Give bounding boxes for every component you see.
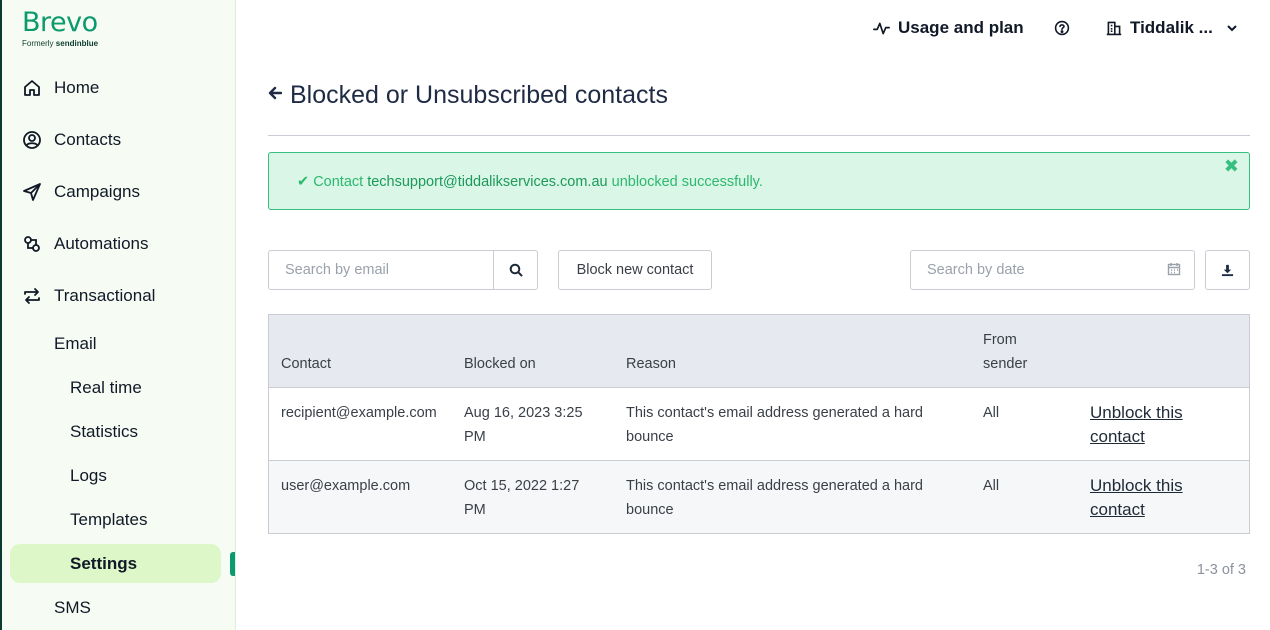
account-menu[interactable]: Tiddalik ... (1106, 16, 1239, 40)
active-indicator (230, 552, 235, 576)
sidebar-item-automations[interactable]: Automations (22, 232, 149, 256)
sidebar-item-label: Home (54, 78, 100, 97)
search-date-input[interactable] (910, 250, 1195, 290)
help-button[interactable] (1054, 16, 1078, 40)
cell-blocked-on: Aug 16, 2023 3:25 PM (464, 405, 583, 445)
sidebar-item-statistics[interactable]: Statistics (70, 420, 138, 444)
alert-email: techsupport@tiddalikservices.com.au (367, 174, 608, 190)
alert-prefix: Contact (313, 174, 364, 190)
sidebar-item-templates[interactable]: Templates (70, 508, 147, 532)
page-title: Blocked or Unsubscribed contacts (268, 78, 668, 112)
unblock-contact-link[interactable]: Unblock this contact (1090, 474, 1210, 522)
column-header-sender: sender (983, 356, 1028, 372)
sidebar-item-settings[interactable]: Settings (70, 552, 137, 576)
unblock-contact-link[interactable]: Unblock this contact (1090, 401, 1210, 449)
sidebar-item-label: Automations (54, 234, 149, 253)
sidebar-item-logs[interactable]: Logs (70, 464, 107, 488)
alert-suffix: unblocked successfully. (611, 174, 763, 190)
download-icon (1221, 264, 1234, 276)
success-alert: ✔ Contact techsupport@tiddalikservices.c… (268, 152, 1250, 210)
column-header-reason: Reason (626, 356, 676, 372)
title-divider (268, 135, 1250, 136)
table-header: Contact Blocked on Reason From sender (269, 315, 1249, 388)
alert-message: ✔ Contact techsupport@tiddalikservices.c… (297, 174, 763, 190)
sidebar: Brevo Formerly sendinblue Home Contacts … (0, 0, 236, 630)
automation-icon (24, 236, 40, 252)
activity-icon (873, 22, 890, 34)
sidebar-item-real-time[interactable]: Real time (70, 376, 142, 400)
cell-from: All (983, 478, 1000, 494)
pagination-info: 1-3 of 3 (1196, 562, 1246, 578)
sidebar-item-email[interactable]: Email (54, 332, 97, 356)
column-header-blocked-on: Blocked on (464, 356, 536, 372)
chevron-down-icon (1227, 25, 1237, 32)
app: Brevo Formerly sendinblue Home Contacts … (0, 0, 1270, 630)
block-new-contact-button[interactable]: Block new contact (558, 250, 712, 290)
sidebar-item-label: Transactional (54, 286, 156, 305)
sidebar-item-label: Contacts (54, 130, 122, 149)
building-icon (1106, 21, 1122, 36)
search-email-input[interactable] (268, 250, 494, 290)
table-row: recipient@example.com Aug 16, 2023 3:25 P… (269, 388, 1249, 461)
transfer-icon (24, 288, 40, 304)
cell-reason: This contact's email address generated a… (626, 478, 923, 518)
close-icon[interactable]: ✖ (1224, 156, 1239, 177)
cell-reason: This contact's email address generated a… (626, 405, 923, 445)
account-name: Tiddalik ... (1130, 18, 1213, 37)
contacts-icon (23, 131, 41, 149)
sidebar-item-contacts[interactable]: Contacts (22, 128, 121, 152)
column-header-from: From (983, 332, 1017, 348)
cell-contact: user@example.com (281, 478, 411, 494)
search-button[interactable] (493, 250, 538, 290)
search-icon (509, 263, 522, 277)
sidebar-item-sms[interactable]: SMS (54, 596, 91, 620)
brevo-logo[interactable]: Brevo Formerly sendinblue (22, 7, 99, 49)
table-row: user@example.com Oct 15, 2022 1:27 PM Thi… (269, 460, 1249, 533)
download-button[interactable] (1205, 250, 1250, 290)
sidebar-item-transactional[interactable]: Transactional (22, 284, 155, 308)
page-title-text: Blocked or Unsubscribed contacts (290, 80, 668, 109)
sidebar-item-label: Campaigns (54, 182, 140, 201)
sidebar-item-home[interactable]: Home (22, 76, 99, 100)
cell-blocked-on: Oct 15, 2022 1:27 PM (464, 478, 580, 518)
logo-formerly: Formerly sendinblue (22, 39, 99, 48)
blocked-contacts-table: Contact Blocked on Reason From sender re… (268, 314, 1250, 534)
calendar-icon[interactable] (1167, 262, 1181, 276)
logo-text: Brevo (22, 7, 98, 38)
send-icon (23, 183, 41, 201)
usage-label: Usage and plan (898, 18, 1024, 37)
back-arrow-icon[interactable] (268, 84, 283, 107)
column-header-contact: Contact (281, 356, 331, 372)
cell-from: All (983, 405, 1000, 421)
home-icon (24, 80, 40, 96)
help-circle-icon (1054, 20, 1070, 36)
sidebar-item-campaigns[interactable]: Campaigns (22, 180, 140, 204)
cell-contact: recipient@example.com (281, 405, 437, 421)
check-icon: ✔ (297, 174, 310, 190)
usage-and-plan-button[interactable]: Usage and plan (873, 16, 1024, 40)
